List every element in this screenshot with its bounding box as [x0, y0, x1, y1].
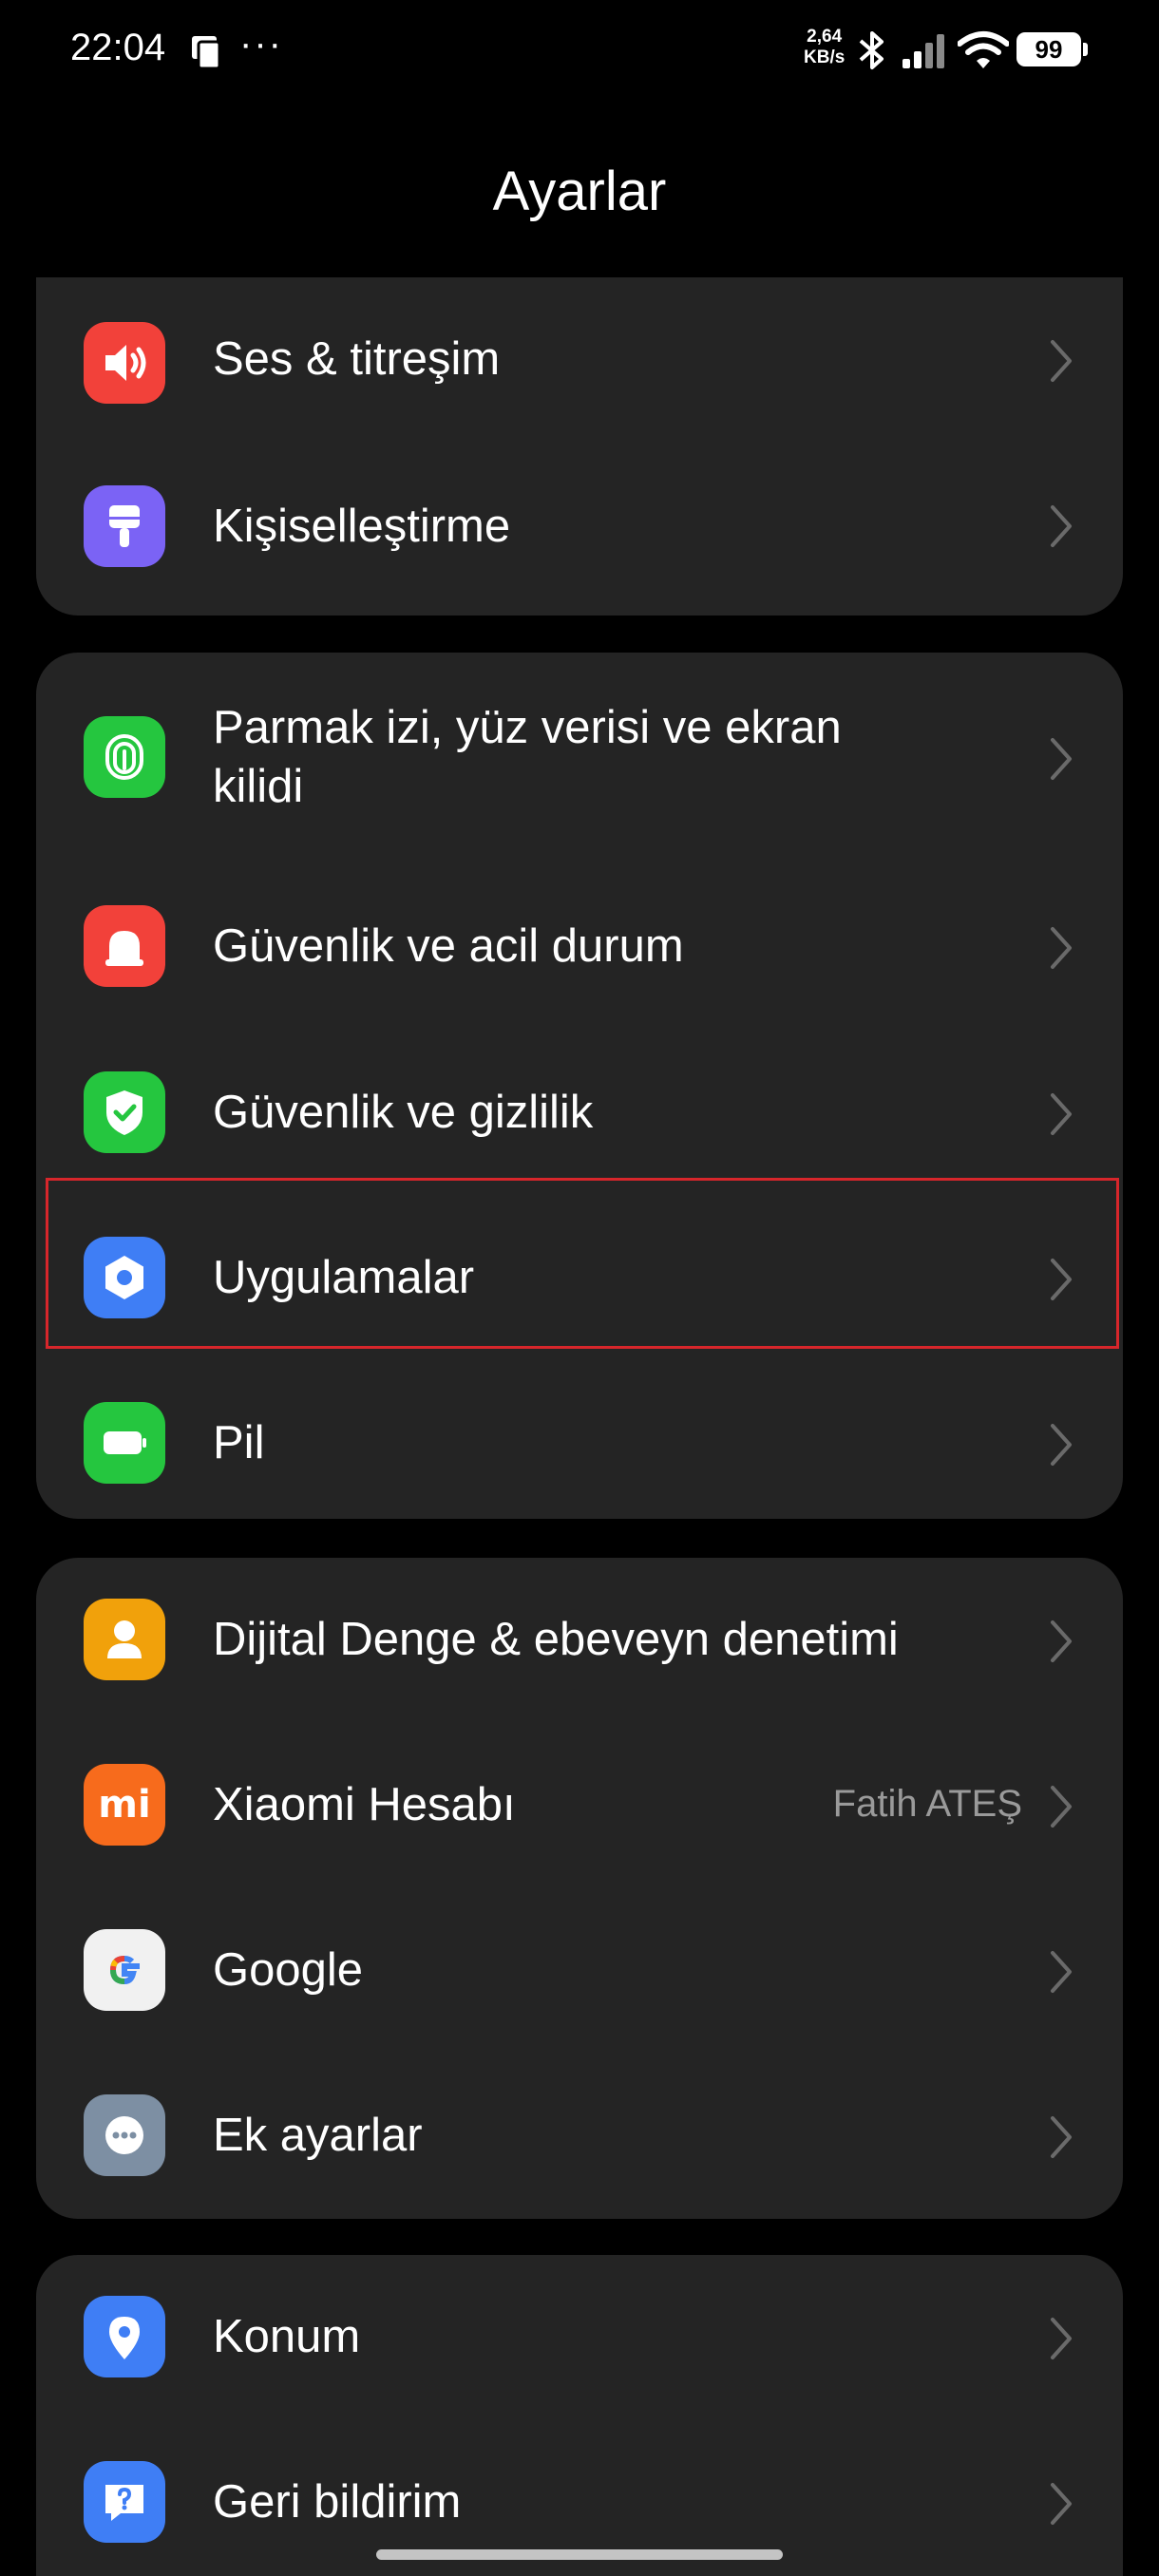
settings-group-4: Konum Geri bildirim: [36, 2255, 1123, 2576]
bluetooth-icon: [859, 31, 884, 69]
settings-item-google[interactable]: Google: [36, 1888, 1123, 2054]
chevron-right-icon: [1051, 2318, 1072, 2359]
chevron-right-icon: [1051, 505, 1072, 547]
fingerprint-icon: [84, 716, 165, 798]
more-notifications-icon: ···: [239, 23, 283, 65]
google-icon: [84, 1929, 165, 2011]
network-speed-unit: KB/s: [804, 47, 846, 67]
speaker-icon: [84, 322, 165, 404]
settings-item-label: Kişiselleştirme: [213, 501, 511, 552]
settings-item-label-line2: kilidi: [213, 761, 304, 812]
settings-item-personalization[interactable]: Kişiselleştirme: [36, 441, 1123, 616]
shield-check-icon: [84, 1071, 165, 1153]
settings-item-more[interactable]: Ek ayarlar: [36, 2054, 1123, 2219]
settings-item-label-line1: Parmak izi, yüz verisi ve ekran: [213, 702, 842, 753]
battery-icon: [84, 1402, 165, 1484]
chevron-right-icon: [1051, 927, 1072, 969]
settings-item-label: Ses & titreşim: [213, 333, 501, 385]
settings-item-wellbeing[interactable]: Dijital Denge & ebeveyn denetimi: [36, 1558, 1123, 1723]
settings-item-label: Google: [213, 1944, 364, 1996]
settings-item-battery[interactable]: Pil: [36, 1361, 1123, 1519]
page-title: Ayarlar: [492, 161, 667, 222]
settings-item-label: Pil: [213, 1417, 265, 1468]
chevron-right-icon: [1051, 1093, 1072, 1135]
network-speed-value: 2,64: [807, 27, 843, 47]
chevron-right-icon: [1051, 2116, 1072, 2158]
settings-item-label: Geri bildirim: [213, 2476, 462, 2528]
chevron-right-icon: [1051, 738, 1072, 780]
chevron-right-icon: [1051, 2483, 1072, 2525]
settings-item-label: Konum: [213, 2311, 361, 2362]
brush-icon: [84, 485, 165, 567]
settings-item-label: Xiaomi Hesabı: [213, 1779, 516, 1830]
chevron-right-icon: [1051, 1786, 1072, 1828]
network-speed: 2,64 KB/s: [804, 27, 845, 68]
settings-item-label: Dijital Denge & ebeveyn denetimi: [213, 1614, 899, 1665]
settings-item-sound[interactable]: Ses & titreşim: [36, 277, 1123, 441]
battery-level: 99: [1016, 32, 1088, 66]
mi-logo-text: mi: [98, 1783, 151, 1827]
settings-item-label: Güvenlik ve gizlilik: [213, 1087, 594, 1138]
siren-icon: [84, 905, 165, 987]
feedback-icon: [84, 2461, 165, 2543]
chevron-right-icon: [1051, 340, 1072, 382]
mi-logo-icon: mi: [84, 1764, 165, 1846]
settings-item-location[interactable]: Konum: [36, 2255, 1123, 2420]
home-indicator[interactable]: [376, 2549, 783, 2560]
chevron-right-icon: [1051, 1424, 1072, 1466]
settings-item-xiaomi-account[interactable]: mi Xiaomi Hesabı Fatih ATEŞ: [36, 1723, 1123, 1888]
account-name: Fatih ATEŞ: [832, 1783, 1022, 1825]
settings-group-1: Ses & titreşim Kişiselleştirme: [36, 277, 1123, 616]
highlight-box: [46, 1178, 1119, 1349]
settings-item-fingerprint[interactable]: Parmak izi, yüz verisi ve ekran kilidi: [36, 653, 1123, 865]
location-pin-icon: [84, 2296, 165, 2377]
more-dots-icon: [84, 2094, 165, 2176]
cellular-signal-icon: [902, 34, 944, 68]
settings-item-privacy[interactable]: Güvenlik ve gizlilik: [36, 1031, 1123, 1196]
chevron-right-icon: [1051, 1951, 1072, 1993]
settings-group-3: Dijital Denge & ebeveyn denetimi mi Xiao…: [36, 1558, 1123, 2219]
settings-item-emergency[interactable]: Güvenlik ve acil durum: [36, 865, 1123, 1031]
settings-item-label: Güvenlik ve acil durum: [213, 920, 684, 972]
person-icon: [84, 1599, 165, 1680]
wifi-icon: [958, 31, 1009, 68]
chevron-right-icon: [1051, 1620, 1072, 1662]
phone-notification-icon: [192, 36, 221, 70]
status-time: 22:04: [70, 27, 166, 68]
settings-group-2: Parmak izi, yüz verisi ve ekran kilidi G…: [36, 653, 1123, 1519]
status-bar: 22:04 ··· 2,64 KB/s 99: [0, 0, 1159, 104]
settings-item-label: Ek ayarlar: [213, 2110, 423, 2161]
